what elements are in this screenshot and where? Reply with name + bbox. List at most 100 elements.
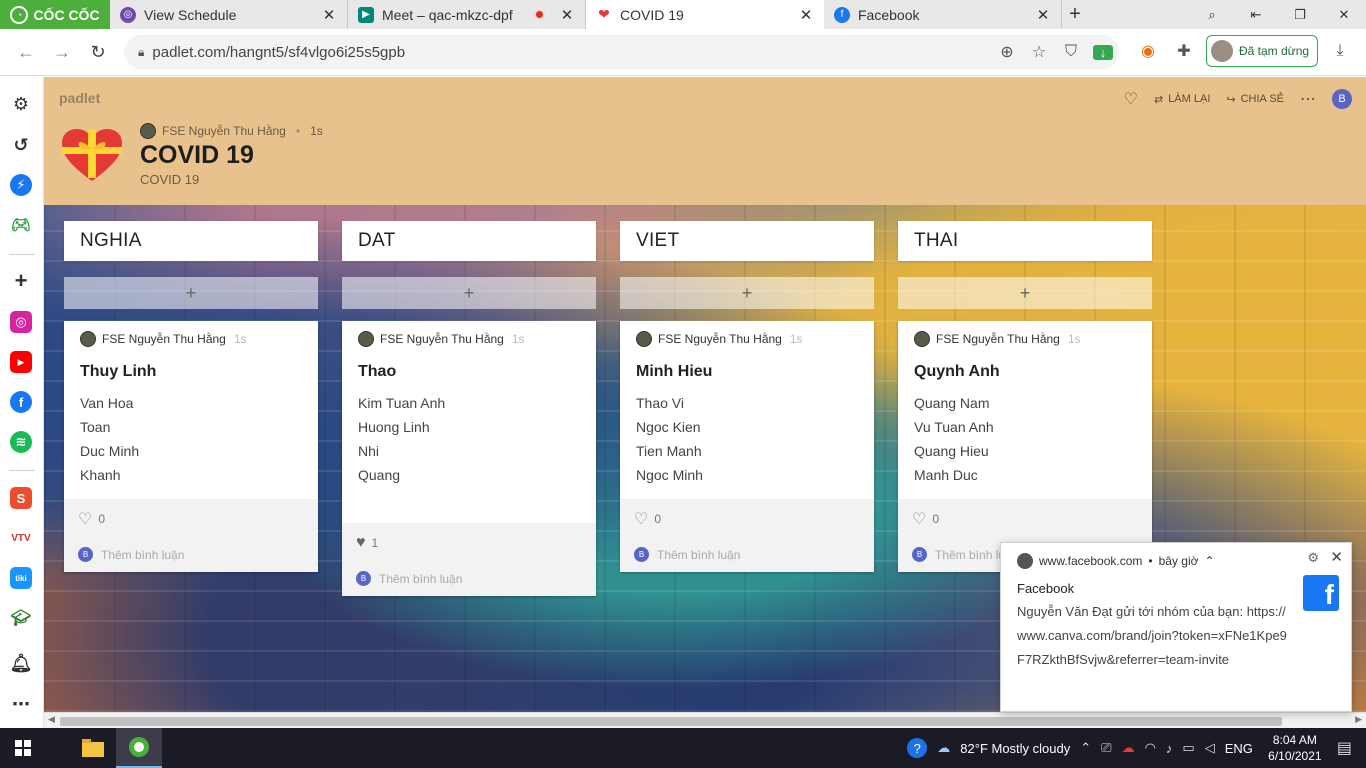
- add-post-button[interactable]: +: [898, 277, 1152, 309]
- education-icon[interactable]: 🎓︎: [10, 607, 32, 629]
- post-card[interactable]: FSE Nguyễn Thu Hằng 1s Thuy Linh Van Hoa…: [64, 321, 318, 572]
- notification-popup[interactable]: www.facebook.com • bây giờ ⌃ ⚙ ✕ Faceboo…: [1000, 542, 1352, 712]
- weather-text[interactable]: 82°F Mostly cloudy: [960, 741, 1070, 756]
- scrollbar-thumb[interactable]: [60, 717, 1282, 726]
- coccoc-menu-button[interactable]: ◔ CỐC CỐC: [0, 0, 110, 29]
- back-button[interactable]: ←: [8, 34, 44, 70]
- like-button[interactable]: ♡ 0: [78, 509, 304, 529]
- add-icon[interactable]: +: [10, 268, 32, 293]
- address-bar[interactable]: 🔒︎ padlet.com/hangnt5/sf4vlgo6i25s5gpb ⊕…: [124, 35, 1119, 69]
- more-options-icon[interactable]: ⋯: [1300, 89, 1316, 109]
- shopee-icon[interactable]: S: [10, 487, 32, 509]
- list-item: Quang Nam: [914, 395, 990, 411]
- camera-icon[interactable]: ⎚: [1101, 740, 1111, 756]
- scroll-right-icon[interactable]: ▶: [1355, 714, 1362, 725]
- heart-filled-icon: ♥: [356, 534, 366, 551]
- post-card[interactable]: FSE Nguyễn Thu Hằng 1s Thao Kim Tuan Anh…: [342, 321, 596, 596]
- navigation-bar: ← → ↻ 🔒︎ padlet.com/hangnt5/sf4vlgo6i25s…: [0, 29, 1366, 76]
- share-button[interactable]: ↪ CHIA SẺ: [1226, 93, 1284, 106]
- wifi-icon[interactable]: ◠: [1145, 740, 1156, 756]
- tab-search-icon[interactable]: ⌕: [1190, 0, 1234, 29]
- clock[interactable]: 8:04 AM 6/10/2021: [1263, 732, 1327, 764]
- download-video-icon[interactable]: ↓: [1093, 44, 1113, 60]
- column-title[interactable]: DAT: [342, 221, 596, 261]
- forward-button[interactable]: →: [44, 34, 80, 70]
- add-icon[interactable]: ⊕: [997, 42, 1017, 62]
- bell-icon[interactable]: 🔔︎: [10, 652, 33, 674]
- new-tab-button[interactable]: +: [1062, 0, 1088, 29]
- vtv-icon[interactable]: VTV: [10, 527, 32, 549]
- chevron-up-icon[interactable]: ⌃: [1204, 554, 1214, 568]
- like-button[interactable]: ♡ 0: [912, 509, 1138, 529]
- shield-icon[interactable]: ⛉: [1061, 43, 1081, 61]
- tab-meet[interactable]: ▶ Meet – qac-mkzc-dpf ✕: [348, 0, 586, 29]
- youtube-icon[interactable]: ▶: [10, 351, 32, 373]
- like-button[interactable]: ♥ 1: [356, 533, 582, 553]
- file-explorer-icon[interactable]: [70, 728, 116, 768]
- more-icon[interactable]: ⋯: [10, 693, 32, 715]
- column-title[interactable]: NGHIA: [64, 221, 318, 261]
- settings-gear-icon[interactable]: ⚙: [10, 93, 32, 115]
- instagram-icon[interactable]: ◎: [10, 311, 32, 333]
- volume-icon[interactable]: ◁: [1205, 740, 1215, 756]
- downloads-icon[interactable]: ⤓: [1326, 42, 1354, 60]
- chevron-up-icon[interactable]: ⌃: [1080, 740, 1091, 756]
- add-post-button[interactable]: +: [342, 277, 596, 309]
- like-count: 0: [654, 512, 662, 526]
- remake-button[interactable]: ⇄ LÀM LẠI: [1154, 93, 1210, 106]
- extension-ring-icon[interactable]: ◉: [1134, 41, 1162, 61]
- coccoc-logo-icon: ◔: [10, 5, 29, 24]
- user-avatar[interactable]: B: [1332, 89, 1352, 109]
- close-icon[interactable]: ✕: [321, 6, 337, 24]
- horizontal-scrollbar[interactable]: ◀ ▶: [44, 712, 1366, 728]
- add-comment-input[interactable]: B Thêm bình luận: [634, 547, 860, 562]
- add-comment-input[interactable]: B Thêm bình luận: [356, 571, 582, 586]
- add-post-button[interactable]: +: [64, 277, 318, 309]
- profile-button[interactable]: Đã tạm dừng: [1206, 35, 1319, 67]
- restore-icon[interactable]: ❐: [1278, 0, 1322, 29]
- add-comment-input[interactable]: B Thêm bình luận: [78, 547, 304, 562]
- close-icon[interactable]: ✕: [1035, 6, 1051, 24]
- facebook-icon[interactable]: f: [10, 391, 32, 413]
- cloud-error-icon[interactable]: ☁: [1122, 740, 1135, 756]
- tiki-icon[interactable]: tiki: [10, 567, 32, 589]
- tab-covid19[interactable]: ❤ COVID 19 ✕: [586, 0, 824, 29]
- close-icon[interactable]: ✕: [798, 6, 814, 24]
- avatar: [1211, 40, 1233, 62]
- extensions-puzzle-icon[interactable]: ✚: [1170, 41, 1198, 61]
- gear-icon[interactable]: ⚙: [1307, 550, 1319, 566]
- comment-placeholder: Thêm bình luận: [657, 547, 741, 562]
- list-item: Quang: [358, 467, 401, 483]
- windows-start-icon[interactable]: [0, 728, 46, 768]
- padlet-logo[interactable]: padlet: [59, 90, 100, 106]
- list-item: Nhi: [358, 443, 380, 459]
- post-card[interactable]: FSE Nguyễn Thu Hằng 1s Quynh Anh Quang N…: [898, 321, 1152, 572]
- close-icon[interactable]: ✕: [1330, 548, 1343, 566]
- language-indicator[interactable]: ENG: [1225, 741, 1253, 756]
- help-icon[interactable]: ?: [907, 738, 928, 758]
- bookmark-star-icon[interactable]: ☆: [1029, 42, 1049, 62]
- history-icon[interactable]: ↺: [10, 134, 32, 156]
- like-heart-icon[interactable]: ♡: [1124, 89, 1138, 109]
- back-arrow-icon[interactable]: ⇤: [1234, 0, 1278, 29]
- spotify-icon[interactable]: ≋: [10, 431, 32, 453]
- column-title[interactable]: THAI: [898, 221, 1152, 261]
- notification-center-icon[interactable]: ▤: [1337, 738, 1352, 758]
- tab-view-schedule[interactable]: ◎ View Schedule ✕: [110, 0, 348, 29]
- post-card[interactable]: FSE Nguyễn Thu Hằng 1s Minh Hieu Thao Vi…: [620, 321, 874, 572]
- game-controller-icon[interactable]: 🎮︎: [10, 214, 32, 236]
- battery-icon[interactable]: ▭: [1182, 740, 1194, 756]
- add-post-button[interactable]: +: [620, 277, 874, 309]
- coccoc-browser-icon[interactable]: [116, 728, 162, 768]
- like-button[interactable]: ♡ 0: [634, 509, 860, 529]
- close-icon[interactable]: ✕: [559, 6, 575, 24]
- column-title[interactable]: VIET: [620, 221, 874, 261]
- facebook-icon: f: [834, 6, 850, 23]
- page-title: COVID 19: [140, 141, 254, 169]
- close-window-icon[interactable]: ✕: [1322, 0, 1366, 29]
- messenger-icon[interactable]: ⚡: [10, 174, 32, 196]
- tab-facebook[interactable]: f Facebook ✕: [824, 0, 1062, 29]
- scroll-left-icon[interactable]: ◀: [48, 714, 55, 725]
- reload-button[interactable]: ↻: [80, 34, 116, 70]
- microphone-icon[interactable]: ♪: [1166, 741, 1173, 756]
